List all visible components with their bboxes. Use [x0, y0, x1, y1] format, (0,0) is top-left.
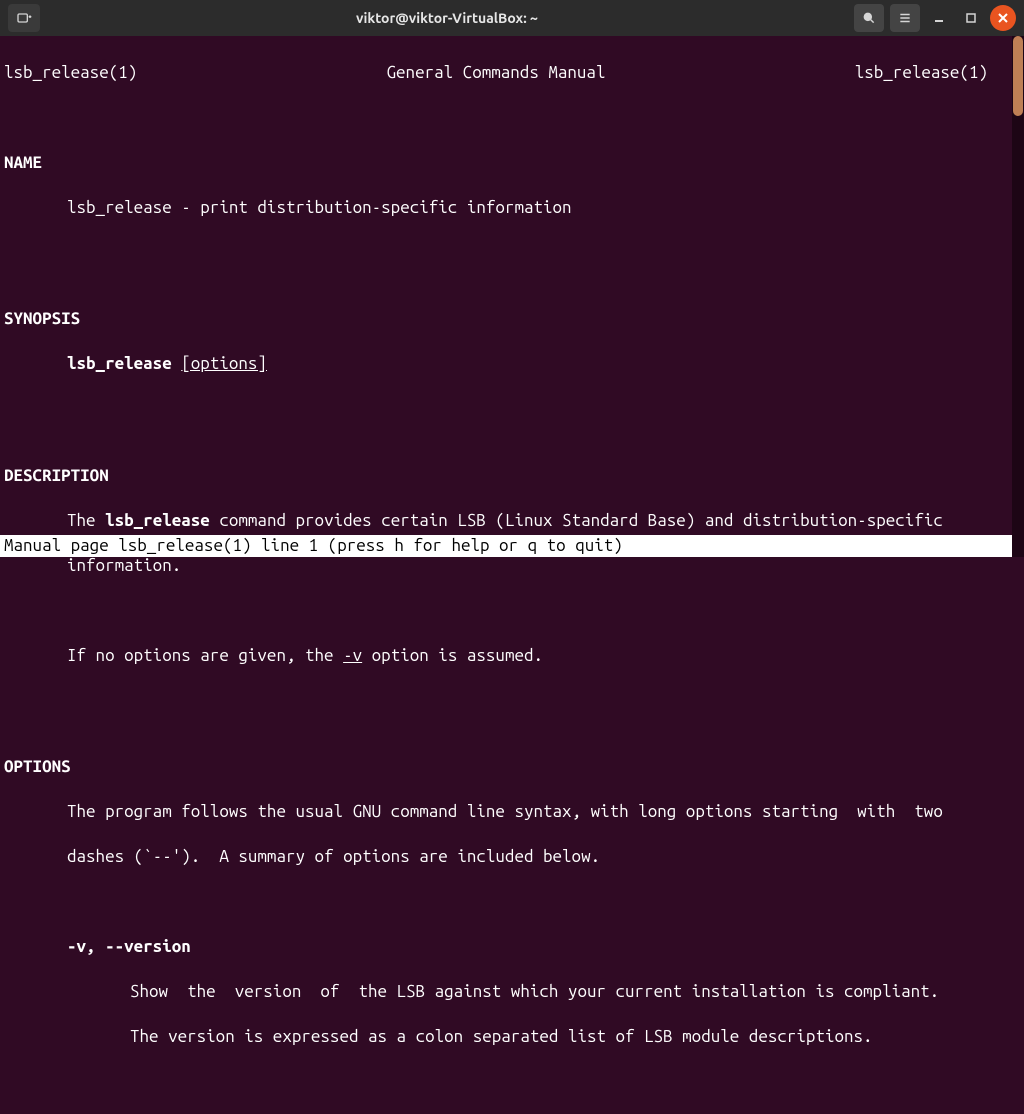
close-button[interactable] [990, 5, 1016, 31]
option-v-desc2: The version is expressed as a colon sepa… [4, 1026, 1012, 1048]
status-text: Manual page lsb_release(1) line 1 (press… [4, 535, 623, 557]
titlebar: viktor@viktor-VirtualBox: ~ [0, 0, 1024, 36]
new-tab-button[interactable] [8, 4, 40, 32]
menu-button[interactable] [890, 4, 920, 32]
hamburger-icon [898, 11, 912, 25]
tab-plus-icon [16, 10, 32, 26]
section-name-heading: NAME [4, 152, 1012, 174]
titlebar-controls [854, 4, 1016, 32]
scrollbar-thumb[interactable] [1013, 36, 1023, 116]
synopsis-arg: [options] [181, 354, 267, 373]
options-intro1: The program follows the usual GNU comman… [4, 801, 1012, 823]
description-line2: If no options are given, the -v option i… [4, 645, 1012, 667]
search-button[interactable] [854, 4, 884, 32]
option-v: -v, --version [4, 936, 1012, 958]
section-options-heading: OPTIONS [4, 756, 1012, 778]
maximize-button[interactable] [958, 5, 984, 31]
synopsis-line: lsb_release [options] [4, 353, 1012, 375]
name-text: lsb_release - print distribution-specifi… [4, 197, 1012, 219]
man-header-left: lsb_release(1) [4, 62, 137, 84]
man-header-right: lsb_release(1) [855, 62, 988, 84]
man-page-content: lsb_release(1) General Commands Manual lsb… [0, 36, 1012, 535]
description-opt-v: -v [343, 646, 362, 665]
option-v-desc1: Show the version of the LSB against whic… [4, 981, 1012, 1003]
search-icon [862, 11, 876, 25]
scrollbar[interactable] [1012, 36, 1024, 557]
man-header-center: General Commands Manual [387, 62, 606, 84]
terminal[interactable]: lsb_release(1) General Commands Manual lsb… [0, 36, 1024, 557]
section-description-heading: DESCRIPTION [4, 465, 1012, 487]
description-line1b: information. [4, 555, 1012, 577]
section-synopsis-heading: SYNOPSIS [4, 308, 1012, 330]
description-line1: The lsb_release command provides certain… [4, 510, 1012, 532]
description-cmd: lsb_release [105, 511, 210, 530]
man-header: lsb_release(1) General Commands Manual lsb… [4, 62, 1012, 84]
synopsis-cmd: lsb_release [67, 354, 172, 373]
options-intro2: dashes (`--'). A summary of options are … [4, 846, 1012, 868]
window-title: viktor@viktor-VirtualBox: ~ [40, 9, 854, 27]
minimize-icon [933, 12, 945, 24]
man-status-bar: Manual page lsb_release(1) line 1 (press… [0, 535, 1012, 557]
minimize-button[interactable] [926, 5, 952, 31]
close-icon [998, 13, 1008, 23]
maximize-icon [966, 13, 976, 23]
